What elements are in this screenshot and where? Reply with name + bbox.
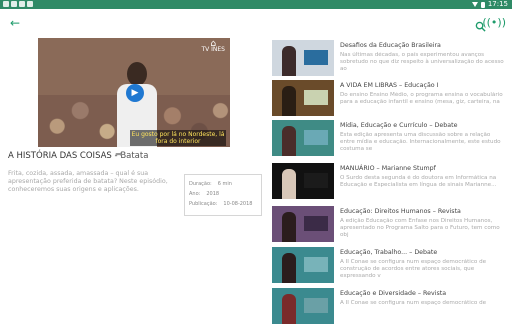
list-item-description: Nas últimas décadas, o país experimentou…	[340, 52, 504, 72]
play-icon[interactable]: ▶	[126, 84, 144, 102]
video-thumbnail[interactable]	[272, 120, 334, 156]
list-item[interactable]: MANUÁRIO – Marianne Stumpf O Surdo desta …	[272, 163, 508, 199]
battery-icon	[480, 1, 485, 8]
video-description: Frita, cozida, assada, amassada – qual é…	[8, 170, 168, 193]
list-item-description: A II Conae se configura num espaço democ…	[340, 259, 487, 279]
list-item-title: Educação, Trabalho... – Debate	[340, 249, 438, 256]
list-item-title: A VIDA EM LIBRAS – Educação I	[340, 82, 439, 89]
video-caption: Eu gosto por lá no Nordeste, lá fora do …	[130, 130, 226, 146]
meta-duration: Duração: 6 min	[189, 181, 232, 187]
gallery-icon	[11, 1, 17, 7]
list-item-title: Desafios da Educação Brasileira	[340, 42, 441, 49]
arrow-left-icon[interactable]: ←	[10, 17, 20, 29]
meta-year: Ano: 2018	[189, 191, 220, 197]
video-title: A HISTÓRIA DAS COISAS - Batata	[8, 151, 149, 161]
video-thumbnail[interactable]	[272, 40, 334, 76]
video-thumbnail[interactable]	[272, 206, 334, 242]
play-store-icon	[27, 1, 33, 7]
notification-icons	[3, 1, 33, 7]
video-thumbnail[interactable]	[272, 80, 334, 116]
list-item-title: MANUÁRIO – Marianne Stumpf	[340, 165, 436, 172]
video-thumbnail[interactable]	[272, 247, 334, 283]
toolbar: ← ((•))	[0, 9, 512, 36]
list-item-title: Educação: Direitos Humanos – Revista	[340, 208, 461, 215]
list-item-description: O Surdo desta segunda é do doutora em In…	[340, 175, 497, 188]
list-item-title: Educação e Diversidade – Revista	[340, 290, 447, 297]
tv-ines-logo: ⌂ TV INES	[201, 39, 225, 53]
share-icon[interactable]: ➦	[115, 150, 123, 160]
list-item[interactable]: Educação e Diversidade – Revista A II Con…	[272, 288, 508, 324]
list-item[interactable]: Mídia, Educação e Currículo – Debate Esta…	[272, 120, 508, 156]
broadcast-icon[interactable]: ((•))	[482, 16, 506, 29]
list-item-title: Mídia, Educação e Currículo – Debate	[340, 122, 458, 129]
list-item[interactable]: A VIDA EM LIBRAS – Educação I Do ensino E…	[272, 80, 508, 116]
video-meta-box: Duração: 6 min Ano: 2018 Publicação: 10-08-…	[184, 174, 262, 216]
list-item-description: Esta edição apresenta uma discussão sobr…	[340, 132, 501, 152]
notification-icon	[3, 1, 9, 7]
list-item-description: Do ensino Ensino Médio, o programa ensin…	[340, 92, 503, 105]
list-item[interactable]: Educação, Trabalho... – Debate A II Conae…	[272, 247, 508, 283]
video-thumbnail[interactable]	[272, 163, 334, 199]
status-time: 17:15	[487, 0, 508, 8]
wifi-icon	[471, 2, 478, 7]
list-item-description: A edição Educação com Enfase nos Direito…	[340, 218, 500, 238]
list-item-description: A II Conae se configura num espaço democ…	[340, 300, 487, 306]
meta-publication: Publicação: 10-08-2018	[189, 201, 253, 207]
video-player[interactable]: ▶ ⌂ TV INES Eu gosto por lá no Nordeste,…	[38, 38, 230, 147]
video-thumbnail[interactable]	[272, 288, 334, 324]
status-bar: 17:15	[0, 0, 512, 9]
image-icon	[19, 1, 25, 7]
list-item[interactable]: Desafios da Educação Brasileira Nas últim…	[272, 40, 508, 76]
list-item[interactable]: Educação: Direitos Humanos – Revista A ed…	[272, 206, 508, 242]
